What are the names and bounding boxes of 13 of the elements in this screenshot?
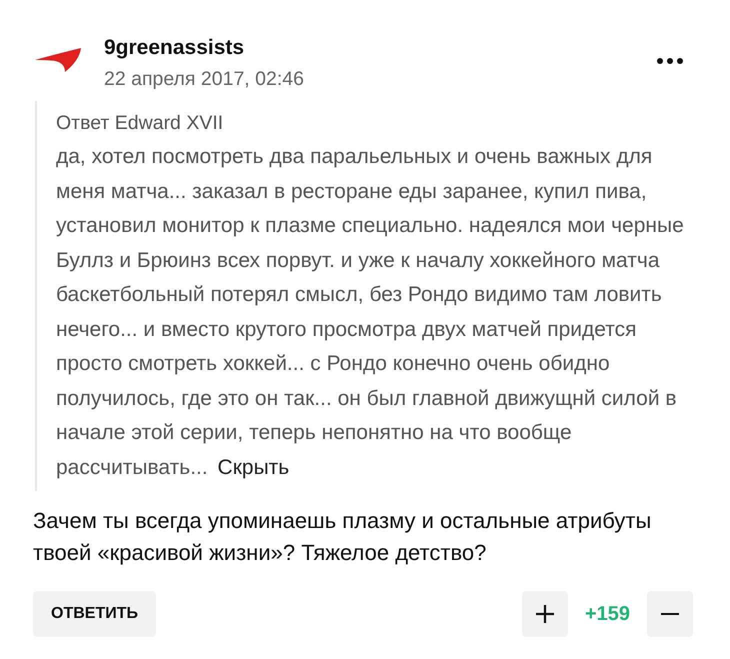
comment-text: Зачем ты всегда упоминаешь плазму и остальные атрибуты твоей «красивой жизни»? Тяжелое детство? — [33, 507, 652, 567]
minus-icon — [661, 613, 679, 615]
author-name[interactable]: 9greenassists — [104, 36, 304, 60]
reply-to-label: Ответ Edward XVII — [56, 111, 224, 135]
swoosh-icon — [35, 48, 81, 72]
hide-link[interactable]: Скрыть — [218, 456, 290, 478]
reply-button[interactable]: ОТВЕТИТЬ — [33, 591, 156, 637]
upvote-button[interactable] — [522, 591, 568, 637]
more-icon — [657, 58, 683, 64]
plus-icon — [536, 605, 554, 623]
vote-score: +159 — [584, 602, 630, 626]
comment-date: 22 апреля 2017, 02:46 — [104, 68, 304, 90]
quoted-text: да, хотел посмотреть два паральельных и очень важных для меня матча... заказал в ресторане еды заранее, купил пива, установил монитор к плазме специально. надеялся мои черные Буллз и Брюинз всех порвут. и уже к началу хоккейного матча баскетбольный потерял смысл, без Рондо видимо там ловить нечего... и вместо крутого просмотра двух матчей придется просто смотреть хоккей... с Рондо конечно очень обидно получилось, где это он так... он был главной движущнй силой в начале этой серии, теперь непонятно на что вообще рассчитывать... Скрыть — [56, 144, 685, 480]
